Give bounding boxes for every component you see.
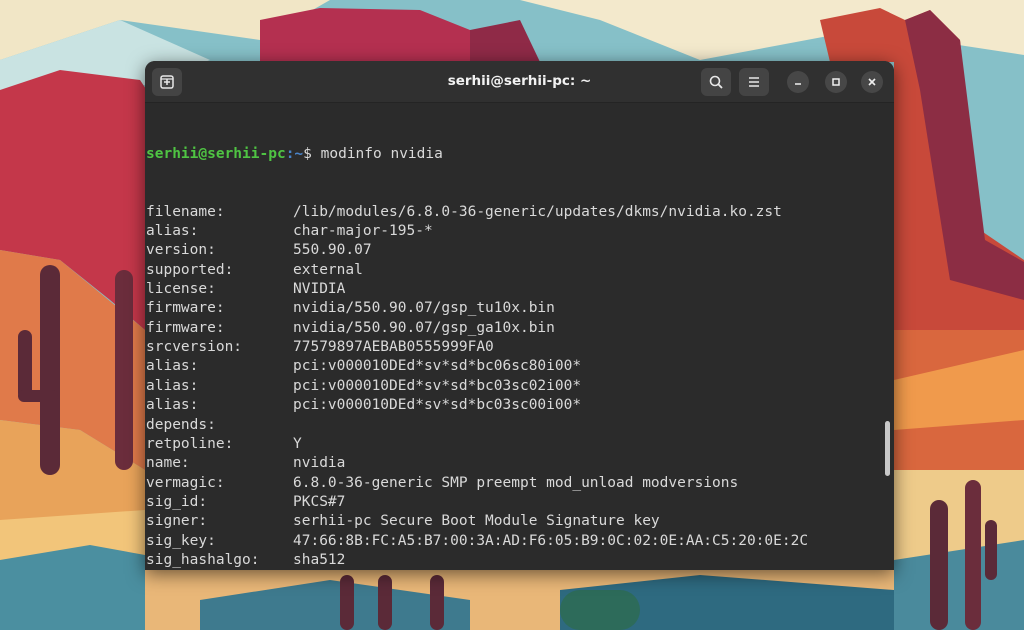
new-tab-button[interactable] — [152, 68, 182, 96]
output-line: firmware: nvidia/550.90.07/gsp_tu10x.bin — [146, 299, 817, 318]
output-line: retpoline: Y — [146, 435, 817, 454]
output-line: firmware: nvidia/550.90.07/gsp_ga10x.bin — [146, 319, 817, 338]
field-value: 6.8.0-36-generic SMP preempt mod_unload … — [293, 474, 739, 491]
title-bar[interactable]: serhii@serhii-pc: ~ — [145, 61, 894, 103]
field-value: 77579897AEBAB0555999FA0 — [293, 339, 494, 356]
output-line: name: nvidia — [146, 454, 817, 473]
field-key: name: — [146, 455, 190, 472]
field-value: NVIDIA — [293, 281, 346, 298]
field-key: sig_id: — [146, 493, 208, 510]
new-tab-icon — [160, 75, 174, 89]
output-line: vermagic: 6.8.0-36-generic SMP preempt mo… — [146, 474, 817, 493]
field-key: srcversion: — [146, 339, 243, 356]
field-value: PKCS#7 — [293, 493, 346, 510]
output-line: sig_id: PKCS#7 — [146, 493, 817, 512]
maximize-icon — [832, 78, 840, 86]
field-value: Y — [293, 435, 302, 452]
output-line: depends: — [146, 416, 817, 435]
output-line: alias: char-major-195-* — [146, 222, 817, 241]
window-title: serhii@serhii-pc: ~ — [447, 73, 592, 89]
field-value: pci:v000010DEd*sv*sd*bc06sc80i00* — [293, 358, 582, 375]
close-icon — [868, 78, 876, 86]
field-value: /lib/modules/6.8.0-36-generic/updates/dk… — [293, 203, 782, 220]
field-key: alias: — [146, 223, 199, 240]
output-line: alias: pci:v000010DEd*sv*sd*bc03sc02i00* — [146, 377, 817, 396]
output-line: alias: pci:v000010DEd*sv*sd*bc03sc00i00* — [146, 396, 817, 415]
output-line: license: NVIDIA — [146, 280, 817, 299]
field-value: 47:66:8B:FC:A5:B7:00:3A:AD:F6:05:B9:0C:0… — [293, 532, 809, 549]
field-value: nvidia — [293, 455, 346, 472]
field-value: sha512 — [293, 551, 346, 568]
output-line: signer: serhii-pc Secure Boot Module Sign… — [146, 512, 817, 531]
field-value: nvidia/550.90.07/gsp_ga10x.bin — [293, 319, 555, 336]
output-line: version: 550.90.07 — [146, 241, 817, 260]
field-key: signer: — [146, 513, 208, 530]
field-value: pci:v000010DEd*sv*sd*bc03sc00i00* — [293, 397, 582, 414]
field-key: retpoline: — [146, 435, 234, 452]
field-key: filename: — [146, 203, 225, 220]
command-text: modinfo nvidia — [320, 145, 443, 162]
field-key: firmware: — [146, 300, 225, 317]
field-value: nvidia/550.90.07/gsp_tu10x.bin — [293, 300, 555, 317]
field-value: char-major-195-* — [293, 223, 433, 240]
field-key: firmware: — [146, 319, 225, 336]
field-key: alias: — [146, 358, 199, 375]
terminal-window: serhii@serhii-pc: ~ serhii@serhii-pc:~$ … — [145, 61, 894, 570]
output-line: sig_key: 47:66:8B:FC:A5:B7:00:3A:AD:F6:05… — [146, 532, 817, 551]
field-key: sig_key: — [146, 532, 216, 549]
field-key: supported: — [146, 261, 234, 278]
scrollbar-thumb[interactable] — [885, 421, 890, 476]
prompt-path: :~ — [285, 145, 304, 162]
prompt-user-host: serhii@serhii-pc — [146, 145, 286, 162]
close-button[interactable] — [861, 71, 883, 93]
prompt-symbol: $ — [303, 145, 321, 162]
field-key: depends: — [146, 416, 216, 433]
field-key: alias: — [146, 397, 199, 414]
minimize-button[interactable] — [787, 71, 809, 93]
field-value: pci:v000010DEd*sv*sd*bc03sc02i00* — [293, 377, 582, 394]
output-line: supported: external — [146, 261, 817, 280]
field-key: version: — [146, 242, 216, 259]
output-line: alias: pci:v000010DEd*sv*sd*bc06sc80i00* — [146, 357, 817, 376]
minimize-icon — [795, 83, 801, 85]
terminal-output-area[interactable]: serhii@serhii-pc:~$ modinfo nvidia filen… — [145, 103, 894, 570]
prompt-line: serhii@serhii-pc:~$ modinfo nvidia — [146, 145, 817, 164]
field-key: sig_hashalgo: — [146, 551, 260, 568]
output-line: srcversion: 77579897AEBAB0555999FA0 — [146, 338, 817, 357]
hamburger-menu-icon — [749, 77, 759, 87]
field-key: alias: — [146, 377, 199, 394]
search-button[interactable] — [701, 68, 731, 96]
output-line: sig_hashalgo: sha512 — [146, 551, 817, 570]
field-value: external — [293, 261, 363, 278]
maximize-button[interactable] — [825, 71, 847, 93]
menu-button[interactable] — [739, 68, 769, 96]
field-value: 550.90.07 — [293, 242, 372, 259]
field-value: serhii-pc Secure Boot Module Signature k… — [293, 513, 660, 530]
field-key: vermagic: — [146, 474, 225, 491]
search-icon — [709, 75, 723, 89]
field-key: license: — [146, 281, 216, 298]
output-line: filename: /lib/modules/6.8.0-36-generic/u… — [146, 203, 817, 222]
